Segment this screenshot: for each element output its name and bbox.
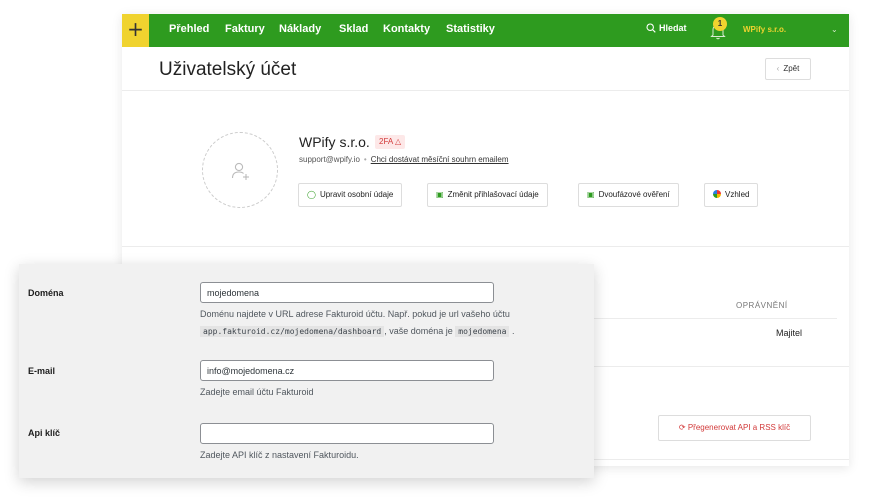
account-switcher[interactable]: WPify s.r.o. — [743, 25, 786, 34]
color-wheel-icon — [713, 190, 721, 198]
add-user-icon — [231, 162, 249, 180]
change-login-label: Změnit přihlašovací údaje — [447, 190, 539, 199]
domain-help-line-1: Doménu najdete v URL adrese Fakturoid úč… — [200, 309, 510, 319]
edit-personal-details-label: Upravit osobní údaje — [319, 190, 394, 199]
change-login-button[interactable]: ▣ Změnit přihlašovací údaje — [427, 183, 548, 207]
account-email: support@wpify.io — [299, 155, 360, 164]
avatar-placeholder[interactable] — [202, 132, 278, 208]
domain-input[interactable] — [200, 282, 494, 303]
domain-help: Doménu najdete v URL adrese Fakturoid úč… — [200, 306, 514, 340]
search-label: Hledat — [659, 23, 687, 33]
regenerate-api-key-button[interactable]: ⟳ Přegenerovat API a RSS klíč — [658, 415, 811, 441]
back-button-label: Zpět — [783, 64, 800, 73]
separator-dot: • — [363, 155, 367, 164]
nav-item-faktury[interactable]: Faktury — [225, 23, 265, 35]
top-navbar: + Přehled Faktury Náklady Sklad Kontakty… — [122, 14, 849, 47]
page-header: Uživatelský účet ‹ Zpět — [122, 47, 849, 91]
user-icon: ◯ — [307, 190, 316, 199]
two-factor-label: Dvoufázové ověření — [598, 190, 670, 199]
regenerate-label: Přegenerovat API a RSS klíč — [687, 423, 791, 432]
company-name: WPify s.r.o. — [299, 134, 370, 150]
nav-item-sklad[interactable]: Sklad — [339, 23, 368, 35]
back-button[interactable]: ‹ Zpět — [765, 58, 811, 80]
fakturoid-settings-panel: Doména Doménu najdete v URL adrese Faktu… — [19, 264, 594, 478]
table-header-divider — [592, 318, 837, 319]
domain-label: Doména — [28, 288, 64, 298]
permissions-column-header: OPRÁVNĚNÍ — [736, 301, 788, 310]
monthly-summary-link[interactable]: Chci dostávat měsíční souhrn emailem — [371, 155, 509, 164]
domain-help-text-2: , vaše doména je — [384, 326, 453, 336]
nav-item-statistiky[interactable]: Statistiky — [446, 23, 495, 35]
search-icon — [646, 23, 656, 33]
notification-count-badge: 1 — [713, 17, 727, 31]
section-divider — [122, 246, 849, 247]
appearance-label: Vzhled — [725, 190, 750, 199]
email-label: E-mail — [28, 366, 56, 376]
tfa-badge-label: 2FA — [379, 137, 393, 146]
tfa-warning-badge[interactable]: 2FA △ — [375, 135, 406, 149]
nav-item-naklady[interactable]: Náklady — [279, 23, 321, 35]
screenshot-stage: + Přehled Faktury Náklady Sklad Kontakty… — [0, 0, 869, 504]
two-factor-button[interactable]: ▣ Dvoufázové ověření — [578, 183, 679, 207]
chevron-left-icon: ‹ — [776, 64, 780, 73]
search-button[interactable]: Hledat — [646, 23, 687, 33]
page-title: Uživatelský účet — [159, 59, 297, 80]
chevron-down-icon[interactable]: ⌄ — [831, 25, 838, 34]
api-key-help: Zadejte API klíč z nastavení Fakturoidu. — [200, 450, 359, 460]
refresh-icon: ⟳ — [678, 423, 686, 432]
api-key-label: Api klíč — [28, 428, 61, 438]
edit-personal-details-button[interactable]: ◯ Upravit osobní údaje — [298, 183, 403, 207]
add-new-button[interactable]: + — [122, 14, 149, 47]
lock-icon: ▣ — [436, 190, 444, 199]
email-help: Zadejte email účtu Fakturoid — [200, 387, 314, 397]
domain-help-url-code: app.fakturoid.cz/mojedomena/dashboard — [200, 326, 385, 337]
nav-item-kontakty[interactable]: Kontakty — [383, 23, 430, 35]
warning-icon: △ — [395, 137, 402, 146]
nav-item-prehled[interactable]: Přehled — [169, 23, 209, 35]
lock-icon: ▣ — [587, 190, 595, 199]
email-input[interactable] — [200, 360, 494, 381]
domain-help-line-2: app.fakturoid.cz/mojedomena/dashboard, v… — [200, 323, 514, 340]
domain-help-text-3: . — [511, 326, 515, 336]
appearance-button[interactable]: Vzhled — [704, 183, 759, 207]
contact-line: support@wpify.io • Chci dostávat měsíční s… — [299, 155, 509, 164]
domain-help-domain-code: mojedomena — [455, 326, 510, 337]
api-key-input[interactable] — [200, 423, 494, 444]
permission-value: Majitel — [776, 328, 803, 338]
